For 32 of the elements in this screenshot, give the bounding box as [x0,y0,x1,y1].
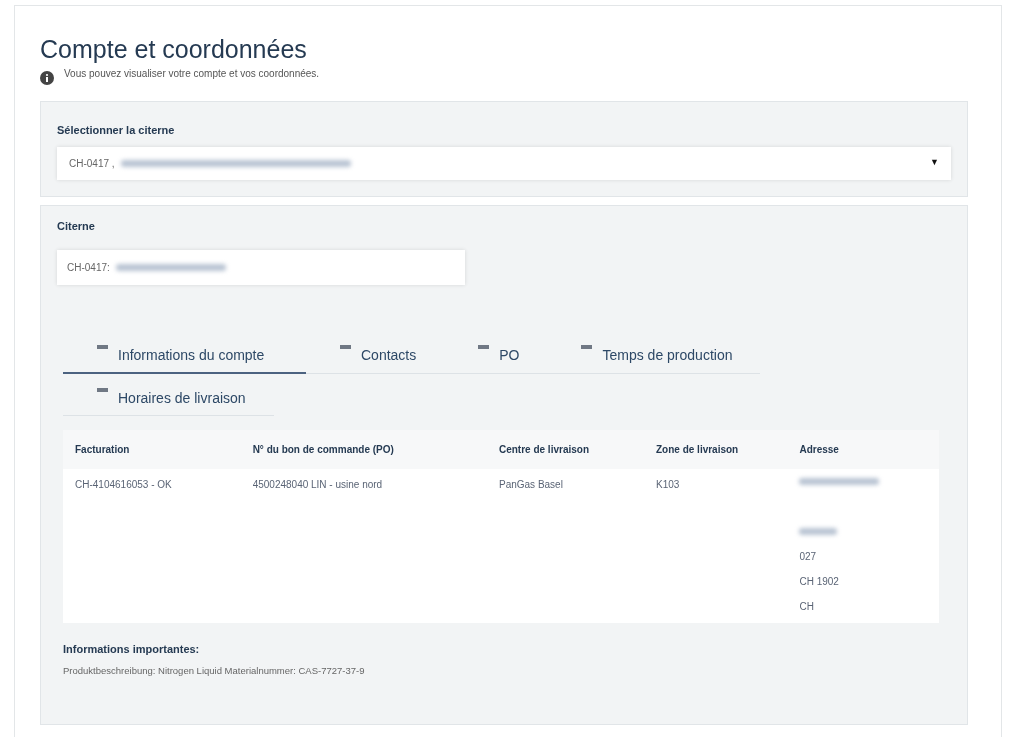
tab-icon [340,345,351,349]
address-line: 027 [799,551,817,562]
table-cell: K103 [656,469,800,623]
address-line: CH [799,601,814,612]
tank-select[interactable]: CH-0417 , ▼ [57,146,951,180]
caret-icon: ▼ [930,156,939,170]
tab[interactable]: Contacts [306,331,445,374]
table-cell: PanGas Basel [498,469,656,623]
tab-icon [97,388,108,392]
tank-field: CH-0417: [57,250,465,285]
column-header: Centre de livraison [498,430,656,469]
field-label: Citerne [57,218,96,234]
tab[interactable]: Informations du compte [63,331,306,374]
table-cell: 4500248040 LIN - usine nord [252,469,499,623]
table-cell: CH-4104616053 - OK [63,469,253,623]
important-text: Produktbeschreibung: Nitrogen Liquid Materialnummer: CAS-7727-37-9 [63,663,366,678]
important-title: Informations importantes: [63,642,201,657]
tab-icon [97,345,108,349]
tab[interactable]: PO [444,331,548,374]
info-text: Vous pouvez visualiser votre compte et vos coordonnées. [64,67,320,81]
column-header: N° du bon de commande (PO) [252,430,499,469]
tab-icon [581,345,593,349]
tab[interactable]: Temps de production [547,331,761,374]
address-line: CH 1902 [799,576,839,587]
column-header: Facturation [63,430,253,469]
info-icon [40,71,54,85]
column-header: Adresse [799,430,939,469]
field-label: Sélectionner la citerne [57,123,176,138]
column-header: Zone de livraison [656,430,800,469]
page-title: Compte et coordonnées [40,34,308,64]
tab[interactable]: Horaires de livraison [63,374,274,416]
tab-icon [478,345,490,349]
